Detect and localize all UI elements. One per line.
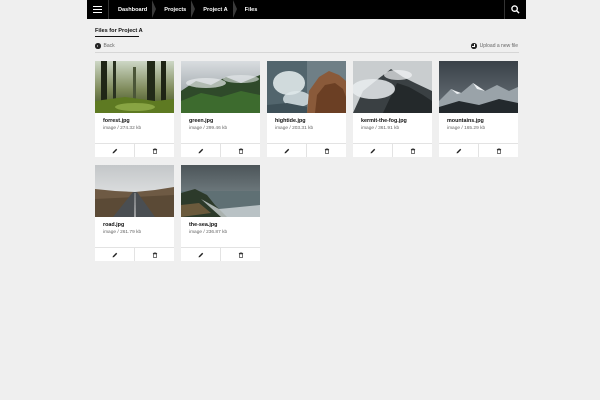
file-meta: image / 299.46 kb (189, 126, 228, 131)
edit-button[interactable] (267, 144, 306, 157)
upload-label: Upload a new file (479, 43, 518, 49)
file-meta: image / 203.31 kb (275, 126, 314, 131)
file-name: forrest.jpg (103, 118, 130, 124)
hamburger-icon (93, 6, 102, 13)
file-name: hightide.jpg (275, 118, 306, 124)
search-button[interactable] (504, 0, 526, 19)
back-arrow-icon (95, 43, 101, 49)
file-card[interactable]: hightide.jpg image / 203.31 kb (267, 61, 346, 157)
trash-icon (238, 251, 243, 258)
file-card[interactable]: kermit-the-fog.jpg image / 361.91 kb (353, 61, 432, 157)
thumbnail-image (95, 165, 174, 217)
file-card[interactable]: green.jpg image / 299.46 kb (181, 61, 260, 157)
edit-button[interactable] (181, 248, 220, 261)
card-actions (181, 143, 260, 157)
file-card[interactable]: the-sea.jpg image / 236.87 kb (181, 165, 260, 261)
file-meta: image / 165.29 kb (447, 126, 486, 131)
edit-button[interactable] (439, 144, 478, 157)
trash-icon (324, 147, 329, 154)
card-actions (181, 247, 260, 261)
thumbnail-image (181, 165, 260, 217)
actions-row: Back Upload a new file (95, 43, 519, 53)
delete-button[interactable] (392, 144, 432, 157)
trash-icon (152, 147, 157, 154)
breadcrumb-projects[interactable]: Projects (155, 0, 196, 19)
page-title: Files for Project A (95, 28, 143, 34)
file-name: green.jpg (189, 118, 214, 124)
title-underline (95, 36, 139, 37)
thumbnail-image (181, 61, 260, 113)
search-icon (511, 5, 520, 14)
plus-icon (471, 43, 477, 49)
card-actions (267, 143, 346, 157)
file-meta: image / 361.91 kb (361, 126, 400, 131)
pencil-icon (456, 148, 461, 153)
file-name: kermit-the-fog.jpg (361, 118, 407, 124)
file-card[interactable]: forrest.jpg image / 274.32 kb (95, 61, 174, 157)
trash-icon (410, 147, 415, 154)
delete-button[interactable] (306, 144, 346, 157)
breadcrumb: Dashboard Projects Project A Files (109, 0, 265, 19)
delete-button[interactable] (134, 248, 174, 261)
file-name: mountains.jpg (447, 118, 484, 124)
edit-button[interactable] (95, 248, 134, 261)
file-card[interactable]: mountains.jpg image / 165.29 kb (439, 61, 518, 157)
delete-button[interactable] (220, 248, 260, 261)
top-navbar: Dashboard Projects Project A Files (87, 0, 526, 19)
thumbnail-image (439, 61, 518, 113)
menu-button[interactable] (87, 0, 109, 19)
thumbnail-image (95, 61, 174, 113)
delete-button[interactable] (134, 144, 174, 157)
pencil-icon (198, 252, 203, 257)
breadcrumb-project-a[interactable]: Project A (194, 0, 238, 19)
file-meta: image / 261.79 kb (103, 230, 142, 235)
file-name: the-sea.jpg (189, 222, 218, 228)
delete-button[interactable] (220, 144, 260, 157)
trash-icon (238, 147, 243, 154)
delete-button[interactable] (478, 144, 518, 157)
breadcrumb-files[interactable]: Files (236, 0, 266, 19)
back-label: Back (103, 43, 115, 49)
thumbnail-image (267, 61, 346, 113)
card-actions (439, 143, 518, 157)
file-name: road.jpg (103, 222, 125, 228)
edit-button[interactable] (95, 144, 134, 157)
file-meta: image / 274.32 kb (103, 126, 142, 131)
edit-button[interactable] (181, 144, 220, 157)
card-actions (353, 143, 432, 157)
thumbnail-image (353, 61, 432, 113)
trash-icon (152, 251, 157, 258)
pencil-icon (198, 148, 203, 153)
pencil-icon (112, 148, 117, 153)
pencil-icon (370, 148, 375, 153)
upload-link[interactable]: Upload a new file (471, 43, 518, 49)
pencil-icon (112, 252, 117, 257)
back-link[interactable]: Back (95, 43, 115, 49)
edit-button[interactable] (353, 144, 392, 157)
file-card[interactable]: road.jpg image / 261.79 kb (95, 165, 174, 261)
file-meta: image / 236.87 kb (189, 230, 228, 235)
card-actions (95, 143, 174, 157)
card-actions (95, 247, 174, 261)
pencil-icon (284, 148, 289, 153)
trash-icon (496, 147, 501, 154)
breadcrumb-dashboard[interactable]: Dashboard (109, 0, 157, 19)
